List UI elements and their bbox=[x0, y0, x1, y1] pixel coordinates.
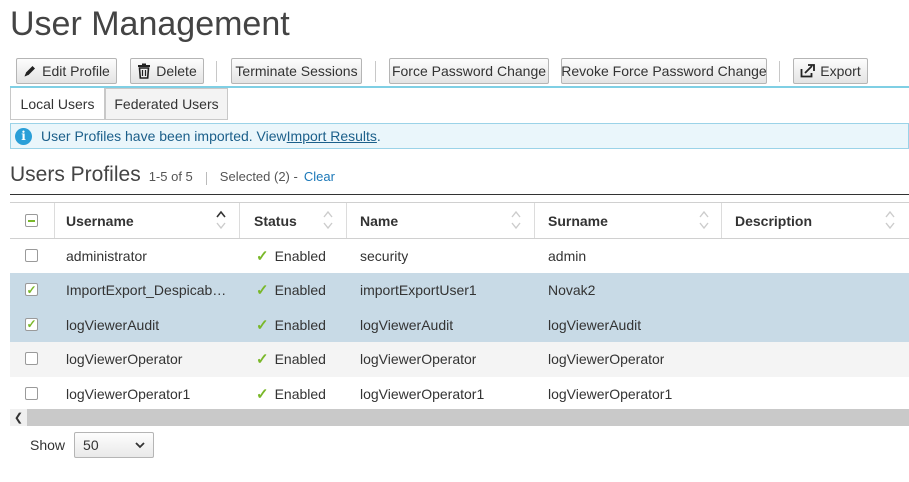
column-divider bbox=[54, 203, 55, 238]
column-header-description[interactable]: Description bbox=[735, 203, 812, 238]
section-header: Users Profiles 1-5 of 5 Selected (2) - C… bbox=[10, 163, 909, 193]
checkmark-icon: ✓ bbox=[26, 282, 37, 297]
surname-cell: logViewerAudit bbox=[548, 316, 642, 333]
surname-cell: admin bbox=[548, 248, 587, 264]
row-checkbox[interactable] bbox=[25, 386, 38, 400]
table-row[interactable]: logViewerOperator1 ✓ Enabled logViewerOpe… bbox=[10, 377, 909, 411]
edit-profile-label: Edit Profile bbox=[42, 63, 110, 79]
info-icon: i bbox=[15, 127, 32, 145]
toolbar-divider bbox=[216, 61, 217, 82]
section-divider bbox=[205, 171, 207, 185]
revoke-force-password-change-button[interactable]: Revoke Force Password Change bbox=[561, 58, 767, 84]
trash-icon bbox=[138, 63, 151, 79]
status-text: Enabled bbox=[274, 316, 326, 333]
page-title: User Management bbox=[10, 5, 290, 43]
sort-ascending-icon[interactable] bbox=[216, 209, 226, 231]
status-cell: ✓ Enabled bbox=[256, 342, 326, 376]
username-cell: logViewerOperator bbox=[66, 351, 183, 368]
surname-cell: Novak2 bbox=[548, 282, 596, 299]
clear-selection-link[interactable]: Clear bbox=[304, 169, 335, 184]
table-header: Username Status Name Surname Description bbox=[10, 202, 909, 239]
record-count: 1-5 of 5 bbox=[148, 169, 193, 184]
check-icon: ✓ bbox=[256, 282, 269, 300]
column-header-surname[interactable]: Surname bbox=[548, 203, 608, 238]
page-size-value: 50 bbox=[83, 437, 99, 453]
name-cell: security bbox=[360, 248, 409, 264]
page-size-control: Show 50 bbox=[30, 432, 155, 458]
sort-icon[interactable] bbox=[885, 209, 895, 231]
sort-icon[interactable] bbox=[511, 209, 521, 231]
name-cell: logViewerAudit bbox=[360, 316, 454, 333]
table-row[interactable]: ✓ logViewerAudit ✓ Enabled logViewerAudit… bbox=[10, 307, 909, 343]
pencil-icon bbox=[24, 66, 36, 77]
import-notice: i User Profiles have been imported. View… bbox=[10, 123, 909, 149]
check-icon: ✓ bbox=[256, 351, 269, 369]
section-rule bbox=[10, 194, 909, 195]
toolbar-divider bbox=[375, 61, 376, 82]
status-text: Enabled bbox=[274, 248, 326, 264]
column-header-status[interactable]: Status bbox=[254, 203, 297, 238]
toolbar: Edit Profile Delete Terminate Sessions F… bbox=[10, 57, 909, 88]
status-text: Enabled bbox=[274, 282, 326, 299]
delete-label: Delete bbox=[156, 63, 197, 79]
select-all-checkbox[interactable] bbox=[25, 214, 38, 227]
page-size-select[interactable]: 50 bbox=[74, 432, 155, 458]
name-cell: logViewerOperator1 bbox=[360, 385, 485, 402]
row-checkbox[interactable] bbox=[25, 249, 38, 262]
surname-cell: logViewerOperator bbox=[548, 351, 665, 368]
status-cell: ✓ Enabled bbox=[256, 273, 326, 307]
import-results-link[interactable]: Import Results bbox=[287, 128, 377, 144]
sort-icon[interactable] bbox=[699, 209, 709, 231]
notice-suffix: . bbox=[376, 128, 381, 144]
name-cell: importExportUser1 bbox=[360, 282, 477, 299]
tab-local-users[interactable]: Local Users bbox=[10, 88, 105, 120]
status-cell: ✓ Enabled bbox=[256, 239, 326, 273]
tab-federated-users[interactable]: Federated Users bbox=[105, 88, 228, 120]
toolbar-divider bbox=[779, 61, 780, 82]
row-checkbox[interactable]: ✓ bbox=[25, 317, 38, 332]
scroll-left-icon[interactable]: ❮ bbox=[10, 409, 27, 426]
section-title: Users Profiles bbox=[10, 163, 141, 186]
surname-cell: logViewerOperator1 bbox=[548, 385, 673, 402]
username-cell: logViewerAudit bbox=[66, 316, 160, 333]
sort-icon[interactable] bbox=[323, 209, 333, 231]
delete-button[interactable]: Delete bbox=[130, 58, 204, 84]
indeterminate-mark bbox=[28, 219, 35, 222]
username-cell: logViewerOperator1 bbox=[66, 385, 191, 402]
column-header-name[interactable]: Name bbox=[360, 203, 398, 238]
export-label: Export bbox=[820, 63, 861, 79]
table-row[interactable]: logViewerOperator ✓ Enabled logViewerOper… bbox=[10, 342, 909, 377]
column-divider bbox=[346, 203, 347, 238]
checkmark-icon: ✓ bbox=[26, 317, 37, 332]
username-cell: administrator bbox=[66, 248, 147, 264]
username-cell: ImportExport_DespicableMe bbox=[66, 282, 228, 299]
check-icon: ✓ bbox=[256, 316, 269, 334]
edit-profile-button[interactable]: Edit Profile bbox=[16, 58, 117, 84]
row-checkbox[interactable] bbox=[25, 352, 38, 366]
status-text: Enabled bbox=[274, 385, 326, 402]
table-row[interactable]: administrator ✓ Enabled security admin bbox=[10, 239, 909, 273]
status-text: Enabled bbox=[274, 351, 326, 368]
chevron-down-icon bbox=[135, 441, 145, 448]
notice-text: User Profiles have been imported. View bbox=[41, 128, 287, 144]
users-table: Username Status Name Surname Description… bbox=[10, 202, 909, 411]
status-cell: ✓ Enabled bbox=[256, 308, 326, 342]
check-icon: ✓ bbox=[256, 248, 269, 265]
status-cell: ✓ Enabled bbox=[256, 377, 326, 411]
selected-count: Selected (2) - bbox=[219, 169, 298, 184]
table-row[interactable]: ✓ ImportExport_DespicableMe ✓ Enabled imp… bbox=[10, 273, 909, 308]
export-icon bbox=[800, 64, 816, 78]
terminate-sessions-button[interactable]: Terminate Sessions bbox=[231, 58, 362, 84]
show-label: Show bbox=[30, 437, 66, 453]
column-divider bbox=[534, 203, 535, 238]
force-password-change-button[interactable]: Force Password Change bbox=[389, 58, 549, 84]
name-cell: logViewerOperator bbox=[360, 351, 477, 368]
export-button[interactable]: Export bbox=[793, 58, 868, 84]
column-divider bbox=[239, 203, 240, 238]
row-checkbox[interactable]: ✓ bbox=[25, 282, 38, 297]
check-icon: ✓ bbox=[256, 385, 269, 403]
column-divider bbox=[721, 203, 722, 238]
horizontal-scrollbar[interactable]: ❮ bbox=[10, 409, 909, 426]
column-header-username[interactable]: Username bbox=[66, 203, 134, 238]
